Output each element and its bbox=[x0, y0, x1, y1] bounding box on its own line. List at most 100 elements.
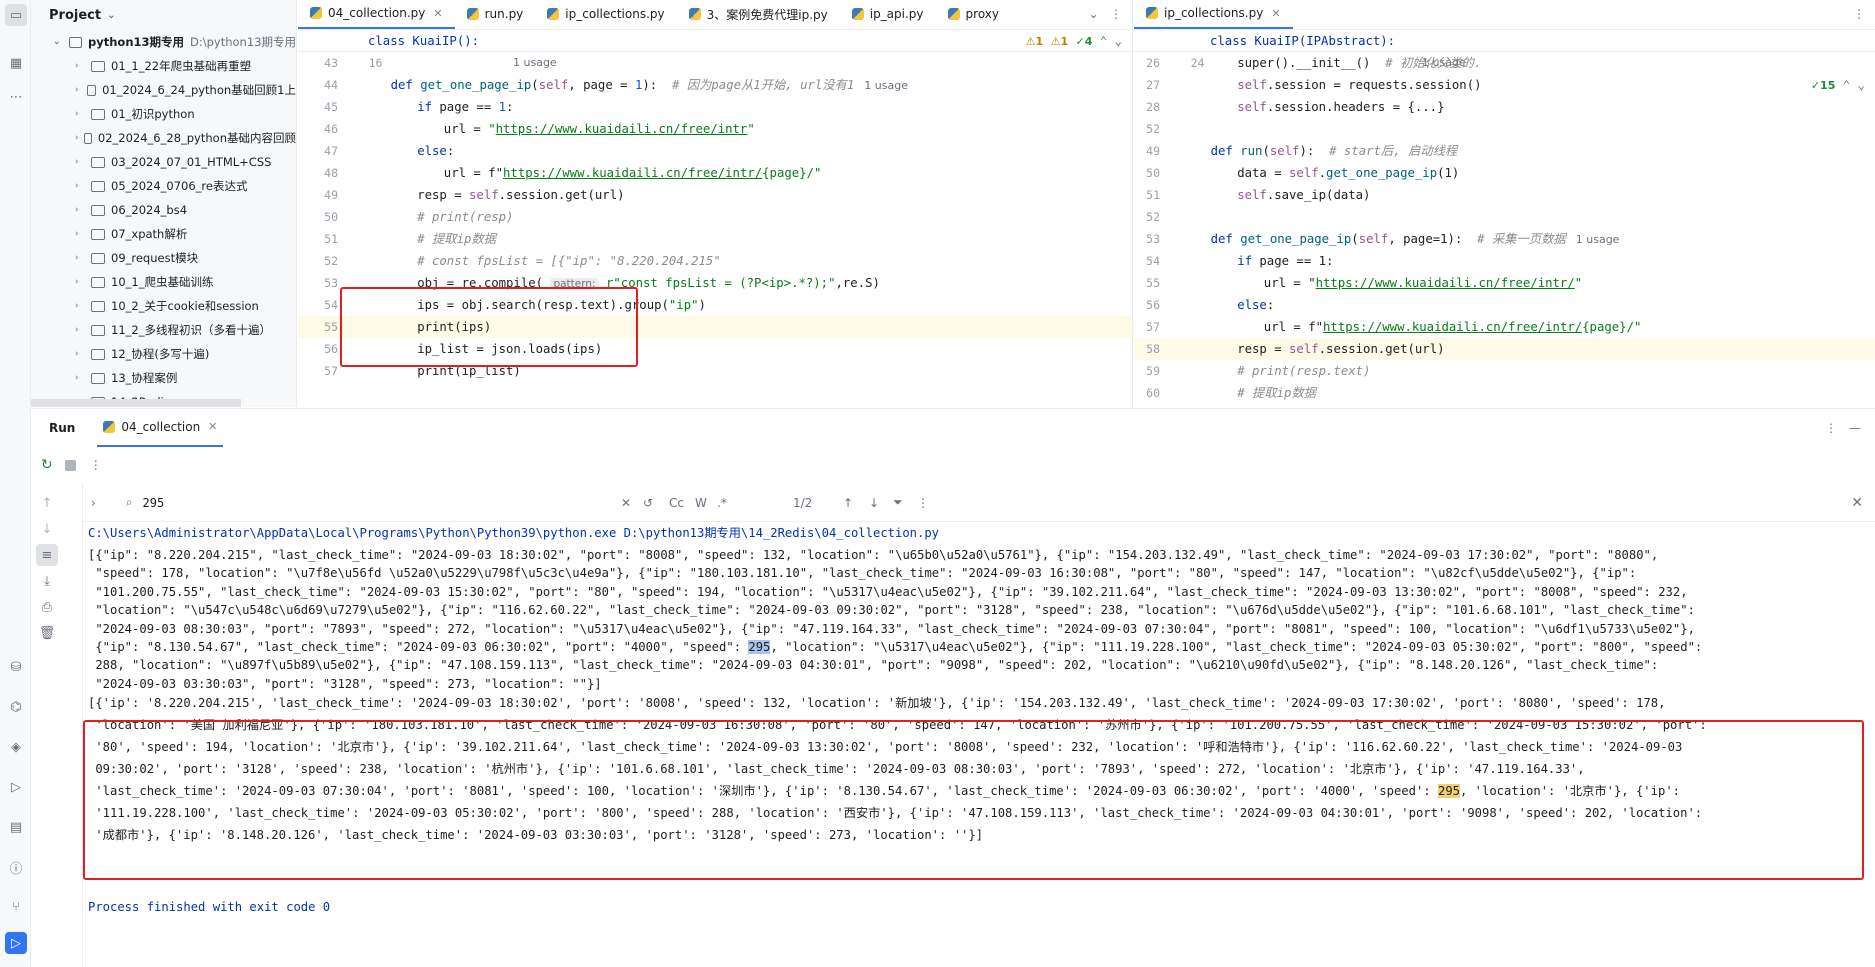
filter-icon[interactable]: ⏷ bbox=[893, 495, 903, 510]
tab-ip-collections[interactable]: ip_collections.py bbox=[535, 0, 676, 29]
chevron-down-icon[interactable]: ⌄ bbox=[1088, 7, 1098, 21]
tree-folder[interactable]: › 01_初识python bbox=[31, 102, 296, 126]
line-number: 55 bbox=[324, 320, 338, 334]
folder-label: 01_2024_6_24_python基础回顾1上 bbox=[102, 83, 296, 97]
tab-free-proxy[interactable]: 3、案例免费代理ip.py bbox=[677, 0, 840, 29]
scroll-to-end-icon[interactable]: ⤓ bbox=[36, 570, 58, 592]
chevron-right-icon[interactable]: › bbox=[75, 253, 87, 263]
close-icon[interactable]: ✕ bbox=[1851, 495, 1863, 511]
close-icon[interactable]: ✕ bbox=[208, 420, 217, 433]
chevron-right-icon[interactable]: › bbox=[75, 277, 87, 287]
chevron-right-icon[interactable]: › bbox=[75, 373, 87, 383]
more-icon[interactable]: ⋯ bbox=[5, 86, 27, 108]
console-output[interactable]: C:\Users\Administrator\AppData\Local\Pro… bbox=[83, 522, 1875, 967]
more-icon[interactable]: ⋮ bbox=[1110, 7, 1122, 21]
tab-ip-collections-right[interactable]: ip_collections.py ✕ bbox=[1134, 0, 1293, 29]
python-console-icon[interactable]: ⌬ bbox=[5, 696, 27, 718]
weak-warning-count: ⚠1 bbox=[1050, 35, 1069, 48]
more-icon[interactable]: ⋮ bbox=[90, 458, 102, 472]
chevron-right-icon[interactable]: › bbox=[75, 109, 87, 119]
run-tool-icon[interactable]: ▷ bbox=[5, 932, 27, 954]
trash-icon[interactable]: 🗑 bbox=[36, 622, 58, 644]
tree-folder[interactable]: › 06_2024_bs4 bbox=[31, 198, 296, 222]
more-icon[interactable]: ⋮ bbox=[917, 496, 929, 510]
chevron-right-icon[interactable]: › bbox=[91, 496, 96, 510]
chevron-right-icon[interactable]: › bbox=[75, 349, 87, 359]
more-icon[interactable]: ⋮ bbox=[1853, 7, 1865, 21]
arrow-down-icon[interactable]: ↓ bbox=[36, 518, 58, 540]
tree-folder[interactable]: › 10_1_爬虫基础训练 bbox=[31, 270, 296, 294]
code-line: 49 resp = self.session.get(url) bbox=[298, 184, 1132, 206]
chevron-down-icon[interactable]: ⌄ bbox=[1115, 34, 1122, 48]
tree-folder[interactable]: › 11_2_多线程初识（多看十遍） bbox=[31, 318, 296, 342]
git-icon[interactable]: ⑂ bbox=[5, 896, 27, 918]
chevron-right-icon[interactable]: › bbox=[75, 301, 87, 311]
clear-icon[interactable]: ✕ bbox=[621, 496, 631, 510]
chevron-right-icon[interactable]: › bbox=[75, 205, 87, 215]
folder-icon[interactable]: ▭ bbox=[5, 4, 27, 26]
tree-folder[interactable]: › 02_2024_6_28_python基础内容回顾 bbox=[31, 126, 296, 150]
arrow-up-icon[interactable]: ↑ bbox=[36, 492, 58, 514]
tree-folder[interactable]: › 01_1_22年爬虫基础再重塑 bbox=[31, 54, 296, 78]
tab-proxy[interactable]: proxy bbox=[936, 0, 1011, 29]
chevron-right-icon[interactable]: › bbox=[75, 325, 87, 335]
tabs-menu[interactable]: ⌄ ⋮ bbox=[1088, 7, 1122, 21]
tree-folder[interactable]: › 07_xpath解析 bbox=[31, 222, 296, 246]
code-text: # print(resp.text) bbox=[1237, 364, 1371, 378]
tab-ip-api[interactable]: ip_api.py bbox=[840, 0, 936, 29]
code-text: else: bbox=[417, 144, 455, 158]
whole-words-toggle[interactable]: W bbox=[695, 496, 707, 510]
tree-folder[interactable]: › 12_协程(多写十遍) bbox=[31, 342, 296, 366]
close-icon[interactable]: ✕ bbox=[433, 7, 442, 20]
stop-icon[interactable] bbox=[64, 459, 76, 471]
project-header[interactable]: Project ⌄ bbox=[31, 0, 296, 30]
rerun-icon[interactable]: ↻ bbox=[41, 457, 53, 473]
folder-label: 01_初识python bbox=[111, 107, 195, 121]
chevron-up-icon[interactable]: ⌃ bbox=[1100, 34, 1107, 48]
code-area-right[interactable]: 24 class KuaiIP(IPAbstract): 1 usage ✓15 ⌃… bbox=[1134, 30, 1875, 404]
soft-wrap-icon[interactable]: ≡ bbox=[36, 544, 58, 566]
tree-root[interactable]: ⌄ python13期专用 D:\python13期专用 bbox=[31, 30, 296, 54]
terminal-icon[interactable]: ▤ bbox=[5, 816, 27, 838]
close-icon[interactable]: ✕ bbox=[1271, 7, 1280, 20]
chevron-right-icon[interactable]: › bbox=[75, 181, 87, 191]
code-area-left[interactable]: 16 class KuaiIP(): 1 usage ⚠1 ⚠1 ✓4 ⌃ ⌄ 43… bbox=[298, 30, 1132, 382]
arrow-down-icon[interactable]: ↓ bbox=[869, 496, 879, 510]
match-case-toggle[interactable]: Cc bbox=[669, 496, 684, 510]
layers-icon[interactable]: ◈ bbox=[5, 736, 27, 758]
tree-folder[interactable]: › 13_协程案例 bbox=[31, 366, 296, 390]
tree-folder[interactable]: › 10_2_关于cookie和session bbox=[31, 294, 296, 318]
expand-icon[interactable]: ⌄ bbox=[53, 37, 65, 47]
line-number: 50 bbox=[1146, 166, 1160, 180]
tree-folder[interactable]: › 05_2024_0706_re表达式 bbox=[31, 174, 296, 198]
folder-icon bbox=[86, 84, 97, 96]
chevron-right-icon[interactable]: › bbox=[75, 85, 83, 95]
project-scrollbar[interactable] bbox=[31, 399, 241, 407]
inspection-widget[interactable]: ⚠1 ⚠1 ✓4 ⌃ ⌄ bbox=[1026, 30, 1122, 53]
chevron-right-icon[interactable]: › bbox=[75, 133, 80, 143]
problems-icon[interactable]: ⓘ bbox=[5, 856, 27, 878]
chevron-right-icon[interactable]: › bbox=[75, 61, 87, 71]
python-file-icon bbox=[310, 7, 322, 19]
tree-folder[interactable]: › 09_request模块 bbox=[31, 246, 296, 270]
arrow-up-icon[interactable]: ↑ bbox=[843, 496, 853, 510]
print-icon[interactable]: ⎙ bbox=[36, 596, 58, 618]
chevron-down-icon[interactable]: ⌄ bbox=[107, 10, 115, 21]
structure-icon[interactable]: ▦ bbox=[5, 52, 27, 74]
regex-toggle[interactable]: .* bbox=[717, 496, 727, 510]
history-icon[interactable]: ↺ bbox=[643, 496, 653, 510]
tree-folder[interactable]: › 01_2024_6_24_python基础回顾1上 bbox=[31, 78, 296, 102]
chevron-right-icon[interactable]: › bbox=[75, 157, 87, 167]
more-icon[interactable]: ⋮ bbox=[1825, 421, 1837, 435]
run-tab[interactable]: 04_collection ✕ bbox=[97, 409, 224, 447]
line-number: 49 bbox=[1146, 144, 1160, 158]
services-icon[interactable]: ▷ bbox=[5, 776, 27, 798]
tree-folder[interactable]: › 03_2024_07_01_HTML+CSS bbox=[31, 150, 296, 174]
tab-04-collection[interactable]: 04_collection.py ✕ bbox=[298, 0, 455, 29]
chevron-right-icon[interactable]: › bbox=[75, 229, 87, 239]
database-icon[interactable]: ⛁ bbox=[5, 656, 27, 678]
minimize-icon[interactable]: — bbox=[1849, 421, 1861, 435]
tab-run[interactable]: run.py bbox=[455, 0, 536, 29]
line-number: 52 bbox=[324, 254, 338, 268]
search-input[interactable]: 295 bbox=[143, 496, 165, 510]
